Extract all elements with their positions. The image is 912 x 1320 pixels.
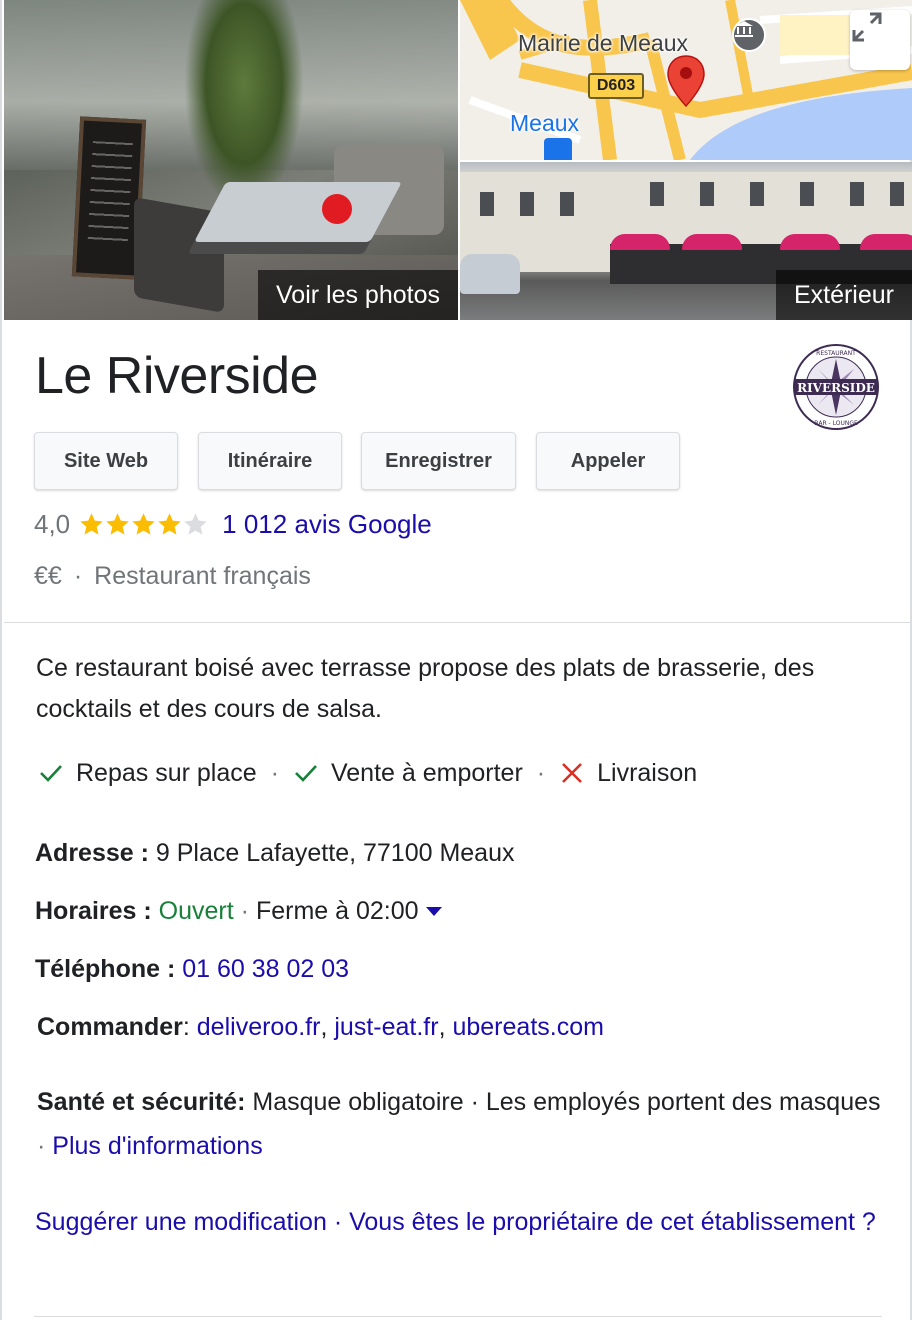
more-info-link[interactable]: Plus d'informations <box>52 1132 262 1160</box>
website-button[interactable]: Site Web <box>34 432 178 490</box>
order-label: Commander <box>37 1012 183 1041</box>
health-items: Masque obligatoire · Les employés porten… <box>252 1088 881 1116</box>
address-row: Adresse : 9 Place Lafayette, 77100 Meaux <box>35 834 515 872</box>
restaurant-logo[interactable]: RIVERSIDE RESTAURANT BAR - LOUNGE <box>788 343 884 431</box>
service-options: Repas sur place · Vente à emporter · Liv… <box>38 754 697 792</box>
star-filled-icon <box>80 512 103 535</box>
expand-map-button[interactable] <box>850 10 910 70</box>
expand-icon <box>852 12 882 42</box>
logo-top-text: RESTAURANT <box>816 350 856 357</box>
service-dine-in: Repas sur place <box>38 759 257 788</box>
map-label-mairie: Mairie de Meaux <box>518 30 689 56</box>
rating-row: 4,0 1 012 avis Google <box>34 506 432 542</box>
logo-text: RIVERSIDE <box>797 381 875 395</box>
see-photos-label[interactable]: Voir les photos <box>258 270 458 320</box>
address-label: Adresse : <box>35 838 149 867</box>
call-button[interactable]: Appeler <box>536 432 680 490</box>
star-rating <box>78 511 208 538</box>
owner-claim-link[interactable]: Vous êtes le propriétaire de cet établis… <box>349 1208 876 1236</box>
order-row: Commander: deliveroo.fr, just-eat.fr, ub… <box>37 1012 604 1042</box>
closing-time[interactable]: Ferme à 02:00 <box>256 897 419 926</box>
star-filled-icon <box>106 512 129 535</box>
check-icon <box>40 765 62 782</box>
exterior-photo[interactable]: Extérieur <box>460 162 912 320</box>
map-thumbnail[interactable]: Mairie de Meaux D603 Meaux <box>460 0 912 160</box>
place-description: Ce restaurant boisé avec terrasse propos… <box>36 654 815 723</box>
phone-label: Téléphone : <box>35 954 176 983</box>
bottom-divider <box>34 1316 882 1317</box>
open-status: Ouvert <box>158 896 234 925</box>
meta-row: €€ · Restaurant français <box>34 558 311 594</box>
order-link-ubereats[interactable]: ubereats.com <box>452 1013 603 1042</box>
place-title: Le Riverside <box>35 347 319 405</box>
reviews-link[interactable]: 1 012 avis Google <box>222 509 432 540</box>
order-link-deliveroo[interactable]: deliveroo.fr <box>197 1013 321 1042</box>
directions-button[interactable]: Itinéraire <box>198 432 342 490</box>
map-label-city: Meaux <box>510 110 580 136</box>
order-link-justeat[interactable]: just-eat.fr <box>334 1013 438 1042</box>
location-pin-icon <box>667 55 705 108</box>
hours-row: Horaires : Ouvert · Ferme à 02:00 <box>35 892 443 930</box>
cross-icon <box>562 763 583 783</box>
logo-bottom-text: BAR - LOUNGE <box>814 420 858 427</box>
museum-icon <box>732 18 766 52</box>
photo-header: Voir les photos Mairie de Meaux D603 Mea… <box>2 0 912 320</box>
knowledge-panel: Voir les photos Mairie de Meaux D603 Mea… <box>0 0 912 1320</box>
bus-stop-icon <box>544 138 572 160</box>
service-delivery: Livraison <box>559 759 697 788</box>
main-photo[interactable]: Voir les photos <box>4 0 458 320</box>
exterior-label[interactable]: Extérieur <box>775 270 912 320</box>
save-button[interactable]: Enregistrer <box>361 432 516 490</box>
health-safety: Santé et sécurité: Masque obligatoire · … <box>37 1088 881 1160</box>
terrace-table <box>194 182 402 242</box>
service-takeaway: Vente à emporter <box>293 759 523 788</box>
price-level: €€ <box>34 561 62 590</box>
star-empty-icon <box>184 512 207 535</box>
road-shield-d603: D603 <box>588 73 644 99</box>
check-icon <box>295 765 317 782</box>
hours-label: Horaires : <box>35 896 152 925</box>
star-filled-icon <box>132 512 155 535</box>
footer-links: Suggérer une modification · Vous êtes le… <box>35 1208 876 1236</box>
category: Restaurant français <box>94 561 311 590</box>
meta-separator: · <box>73 561 83 590</box>
phone-row: Téléphone : 01 60 38 02 03 <box>35 950 349 988</box>
suggest-edit-link[interactable]: Suggérer une modification <box>35 1208 327 1236</box>
section-divider <box>4 622 912 623</box>
caret-down-icon[interactable] <box>425 905 443 917</box>
palm-plant <box>184 0 304 210</box>
address-value[interactable]: 9 Place Lafayette, 77100 Meaux <box>156 839 515 868</box>
phone-link[interactable]: 01 60 38 02 03 <box>182 955 349 984</box>
health-label: Santé et sécurité: <box>37 1088 246 1116</box>
star-filled-icon <box>158 512 181 535</box>
rating-value: 4,0 <box>34 508 71 539</box>
